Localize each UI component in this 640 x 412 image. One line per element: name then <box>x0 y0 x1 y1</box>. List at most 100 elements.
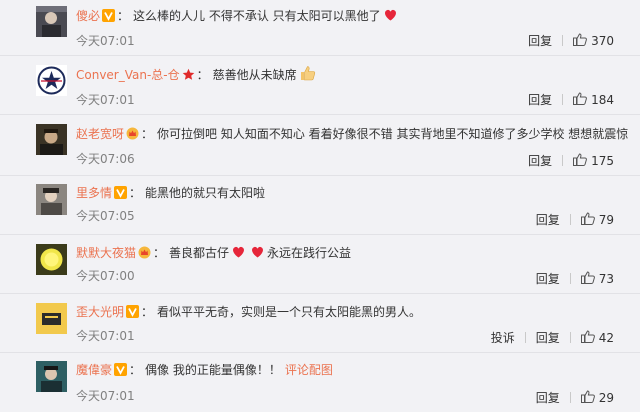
comment-text: 偶像 我的正能量偶像！！ <box>145 363 281 377</box>
reply-button[interactable]: 回复 <box>528 154 552 168</box>
comment-actions: 投诉 回复 42 <box>491 330 614 345</box>
divider <box>569 214 571 225</box>
vip-badge-icon <box>114 186 128 199</box>
comment-line: 赵老宽呀 ：你可拉倒吧 知人知面不知心 看着好像很不错 其实背地里不知道修了多少学… <box>76 124 628 144</box>
heart-emoji-icon <box>250 244 265 259</box>
thumbs-up-icon <box>573 33 587 46</box>
colon: ： <box>129 363 142 377</box>
reply-button[interactable]: 回复 <box>536 391 560 405</box>
divider <box>569 273 571 284</box>
thumbs-up-icon <box>573 153 587 166</box>
avatar[interactable] <box>36 184 67 215</box>
comment-actions: 回复 79 <box>536 212 614 227</box>
divider <box>562 155 564 166</box>
comment-actions: 回复 175 <box>528 153 614 168</box>
username-link[interactable]: 傻必 <box>76 9 100 23</box>
username-link[interactable]: 歪大光明 <box>76 305 124 319</box>
comment-time: 今天07:06 <box>76 152 135 166</box>
comment-text: 看似平平无奇，实则是一个只有太阳能黑的男人。 <box>157 305 422 319</box>
reply-button[interactable]: 回复 <box>536 331 560 345</box>
like-count: 370 <box>591 34 614 48</box>
thumbs-up-icon <box>580 271 595 284</box>
comment-time: 今天07:01 <box>76 329 135 343</box>
like-count: 42 <box>598 331 614 345</box>
comment-actions: 回复 184 <box>528 92 614 107</box>
like-button[interactable]: 42 <box>580 330 614 345</box>
thumbs-up-emoji-icon <box>299 65 316 82</box>
like-button[interactable]: 175 <box>573 153 614 168</box>
reply-button[interactable]: 回复 <box>528 34 552 48</box>
comment-line: Conver_Van-总-仓 ：慈善他从未缺席 <box>76 65 620 85</box>
comment-feed: 傻必：这么棒的人儿 不得不承认 只有太阳可以黑他了 今天07:01 回复 370 … <box>0 0 640 412</box>
comment-line: 魔偉豪 ：偶像 我的正能量偶像！！ 评论配图 <box>76 360 620 380</box>
comment-time: 今天07:01 <box>76 34 135 48</box>
comment-image-link[interactable]: 评论配图 <box>285 363 333 377</box>
colon: ： <box>153 246 166 260</box>
comment-time: 今天07:01 <box>76 93 135 107</box>
like-count: 73 <box>598 272 614 286</box>
thumbs-up-icon <box>573 92 587 105</box>
like-button[interactable]: 29 <box>580 390 614 405</box>
divider <box>562 94 564 105</box>
comment-item: 里多情 ：能黑他的就只有太阳啦 今天07:05 回复 79 <box>0 177 640 235</box>
like-button[interactable]: 184 <box>573 92 614 107</box>
like-count: 79 <box>598 213 614 227</box>
comment-item: 傻必 ：这么棒的人儿 不得不承认 只有太阳可以黑他了 今天07:01 回复 370 <box>0 0 640 56</box>
report-button[interactable]: 投诉 <box>491 331 515 345</box>
comment-actions: 回复 29 <box>536 390 614 405</box>
reply-button[interactable]: 回复 <box>536 272 560 286</box>
divider <box>569 332 571 343</box>
star-badge-icon <box>182 68 195 81</box>
comment-item: Conver_Van-总-仓 ：慈善他从未缺席 今天07:01 回复 184 <box>0 57 640 115</box>
thumbs-up-icon <box>580 330 595 343</box>
avatar[interactable] <box>36 303 67 334</box>
username-link[interactable]: 赵老宽呀 <box>76 127 124 141</box>
username-link[interactable]: 里多情 <box>76 186 112 200</box>
like-count: 175 <box>591 154 614 168</box>
comment-item: 魔偉豪 ：偶像 我的正能量偶像！！ 评论配图 今天07:01 回复 29 <box>0 354 640 412</box>
colon: ： <box>129 186 142 200</box>
colon: ： <box>117 9 130 23</box>
heart-emoji-icon <box>231 244 246 259</box>
vip-badge-icon <box>126 305 140 318</box>
comment-time: 今天07:00 <box>76 269 135 283</box>
comment-line: 默默大夜猫 ：善良都古仔 永远在践行公益 <box>76 243 620 263</box>
thumbs-up-icon <box>580 390 595 403</box>
avatar[interactable] <box>36 124 67 155</box>
username-link[interactable]: 魔偉豪 <box>76 363 112 377</box>
comment-text-continued: 永远在践行公益 <box>267 246 352 260</box>
like-count: 184 <box>591 93 614 107</box>
avatar[interactable] <box>36 6 67 37</box>
comment-time: 今天07:01 <box>76 389 135 403</box>
colon: ： <box>141 127 154 141</box>
comment-line: 傻必 ：这么棒的人儿 不得不承认 只有太阳可以黑他了 <box>76 6 620 26</box>
avatar[interactable] <box>36 244 67 275</box>
like-button[interactable]: 79 <box>580 212 614 227</box>
vip-badge-icon <box>102 9 116 22</box>
colon: ： <box>196 68 209 82</box>
like-button[interactable]: 73 <box>580 271 614 286</box>
comment-text: 慈善他从未缺席 <box>212 68 297 82</box>
reply-button[interactable]: 回复 <box>536 213 560 227</box>
reply-button[interactable]: 回复 <box>528 93 552 107</box>
colon: ： <box>141 305 154 319</box>
username-link[interactable]: Conver_Van-总-仓 <box>76 68 180 82</box>
avatar[interactable] <box>36 65 67 96</box>
comment-item: 默默大夜猫 ：善良都古仔 永远在践行公益 今天07:00 回复 73 <box>0 236 640 294</box>
thumbs-up-icon <box>580 212 595 225</box>
like-button[interactable]: 370 <box>573 33 614 48</box>
divider <box>562 35 564 46</box>
comment-text: 能黑他的就只有太阳啦 <box>145 186 266 200</box>
comment-text: 善良都古仔 <box>169 246 230 260</box>
avatar[interactable] <box>36 361 67 392</box>
comment-item: 歪大光明 ：看似平平无奇，实则是一个只有太阳能黑的男人。 今天07:01 投诉 回复… <box>0 295 640 353</box>
crown-badge-icon <box>126 127 139 140</box>
comment-item: 赵老宽呀 ：你可拉倒吧 知人知面不知心 看着好像很不错 其实背地里不知道修了多少学… <box>0 116 640 176</box>
heart-emoji-icon <box>383 7 398 22</box>
comment-actions: 回复 73 <box>536 271 614 286</box>
username-link[interactable]: 默默大夜猫 <box>76 246 136 260</box>
comment-time: 今天07:05 <box>76 209 135 223</box>
crown-badge-icon <box>138 246 151 259</box>
vip-badge-icon <box>114 363 128 376</box>
comment-text: 这么棒的人儿 不得不承认 只有太阳可以黑他了 <box>133 9 381 23</box>
